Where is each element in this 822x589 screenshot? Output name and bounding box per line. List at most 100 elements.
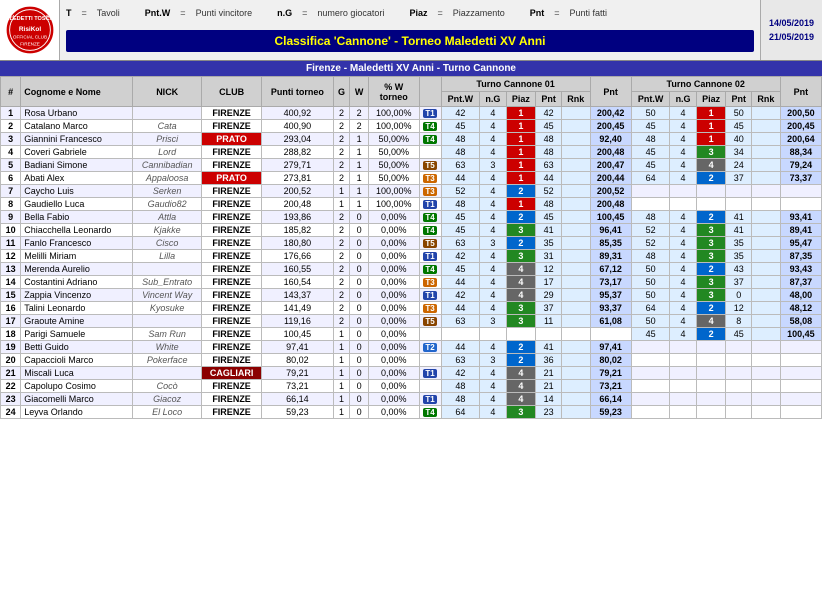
cell-g: 1	[333, 367, 350, 380]
legend-key-t: T	[66, 8, 72, 18]
th-t2-pnt: Pnt	[726, 92, 752, 107]
cell-pct: 0,00%	[368, 224, 419, 237]
cell-w: 1	[350, 159, 368, 172]
cell-pct: 50,00%	[368, 172, 419, 185]
th-t2pnt: Pnt	[780, 77, 821, 107]
tc-piaz: 1	[696, 133, 726, 146]
cell-name: Abati Alex	[21, 172, 133, 185]
cell-g: 2	[333, 263, 350, 276]
table-row: 10 Chiacchella Leonardo Kjakke FIRENZE 1…	[1, 224, 822, 237]
t1-total: 95,37	[590, 289, 631, 302]
t2-total: 89,41	[780, 224, 821, 237]
cell-tag: T1	[419, 367, 441, 380]
tc-ng: 4	[480, 393, 506, 406]
tc-pnt: 35	[726, 237, 752, 250]
tc-pntw: 45	[631, 120, 670, 133]
tc-rnk	[752, 237, 781, 250]
cell-g: 1	[333, 198, 350, 211]
cell-tag: T4	[419, 224, 441, 237]
cell-name: Merenda Aurelio	[21, 263, 133, 276]
cell-name: Graoute Amine	[21, 315, 133, 328]
t1-total: 97,41	[590, 341, 631, 354]
tc-piaz: 1	[506, 172, 536, 185]
tc-piaz: 1	[506, 107, 536, 120]
table-row: 8 Gaudiello Luca Gaudio82 FIRENZE 200,48…	[1, 198, 822, 211]
tc-piaz: 2	[506, 185, 536, 198]
tc-rnk	[752, 211, 781, 224]
risikol-logo-icon: MALEDETTI TOSCANI RisiKol OFFICIAL CLUB …	[5, 5, 55, 55]
cell-tag: T1	[419, 198, 441, 211]
table-row: 11 Fanlo Francesco Cisco FIRENZE 180,80 …	[1, 237, 822, 250]
tc-rnk	[752, 263, 781, 276]
cell-w: 1	[350, 185, 368, 198]
tc-pntw: 42	[441, 107, 480, 120]
tc-pnt: 34	[726, 146, 752, 159]
tc-piaz: 1	[506, 146, 536, 159]
tc-ng: 4	[480, 107, 506, 120]
cell-club: FIRENZE	[201, 107, 261, 120]
cell-w: 0	[350, 211, 368, 224]
cell-g: 2	[333, 159, 350, 172]
tc-pntw: 48	[631, 211, 670, 224]
tc-ng: 4	[480, 276, 506, 289]
cell-nick	[133, 367, 202, 380]
cell-tag	[419, 380, 441, 393]
t1-total: 200,45	[590, 120, 631, 133]
legend-key-piaz: Piaz	[409, 8, 427, 18]
cell-g: 2	[333, 315, 350, 328]
cell-club: FIRENZE	[201, 276, 261, 289]
tc-rnk	[561, 276, 590, 289]
cell-pos: 15	[1, 289, 21, 302]
th-t2-rnk: Rnk	[752, 92, 781, 107]
tc-piaz: 1	[696, 107, 726, 120]
tc-piaz: 2	[696, 172, 726, 185]
th-g: G	[333, 77, 350, 107]
cell-punti: 273,81	[262, 172, 334, 185]
tc-ng: 4	[480, 133, 506, 146]
cell-punti: 400,90	[262, 120, 334, 133]
table-row: 14 Costantini Adriano Sub_Entrato FIRENZ…	[1, 276, 822, 289]
tc-piaz	[696, 393, 726, 406]
cell-tag: T1	[419, 393, 441, 406]
tc-ng: 4	[480, 341, 506, 354]
th-pct: % Wtorneo	[368, 77, 419, 107]
cell-tag: T4	[419, 263, 441, 276]
cell-pos: 14	[1, 276, 21, 289]
main-title: Classifica 'Cannone' - Torneo Maledetti …	[66, 30, 754, 52]
tc-pntw	[631, 393, 670, 406]
tc-rnk	[561, 211, 590, 224]
tc-piaz: 3	[506, 406, 536, 419]
cell-tag: T4	[419, 211, 441, 224]
cell-pos: 12	[1, 250, 21, 263]
tc-piaz	[696, 406, 726, 419]
tc-rnk	[561, 185, 590, 198]
legend-row: T=Tavoli Pnt.W=Punti vincitore n.G=numer…	[66, 8, 754, 18]
t2-total: 200,64	[780, 133, 821, 146]
cell-club: FIRENZE	[201, 328, 261, 341]
table-row: 19 Betti Guido White FIRENZE 97,41 1 0 0…	[1, 341, 822, 354]
cell-pct: 0,00%	[368, 237, 419, 250]
cell-pct: 100,00%	[368, 120, 419, 133]
cell-nick	[133, 263, 202, 276]
cell-club: FIRENZE	[201, 315, 261, 328]
t2-total: 48,00	[780, 289, 821, 302]
tc-rnk	[561, 172, 590, 185]
cell-w: 0	[350, 276, 368, 289]
tc-piaz	[696, 185, 726, 198]
t2-total: 200,45	[780, 120, 821, 133]
tc-ng	[670, 367, 696, 380]
cell-g: 1	[333, 380, 350, 393]
cell-g: 2	[333, 120, 350, 133]
cell-g: 1	[333, 185, 350, 198]
cell-g: 2	[333, 107, 350, 120]
table-row: 5 Badiani Simone Cannibadian FIRENZE 279…	[1, 159, 822, 172]
tc-rnk	[561, 393, 590, 406]
cell-g: 2	[333, 276, 350, 289]
cell-tag: T1	[419, 107, 441, 120]
tc-ng: 4	[480, 185, 506, 198]
t2-total: 48,12	[780, 302, 821, 315]
tc-rnk	[752, 198, 781, 211]
tc-rnk	[752, 315, 781, 328]
t1-total: 79,21	[590, 367, 631, 380]
cell-w: 1	[350, 146, 368, 159]
